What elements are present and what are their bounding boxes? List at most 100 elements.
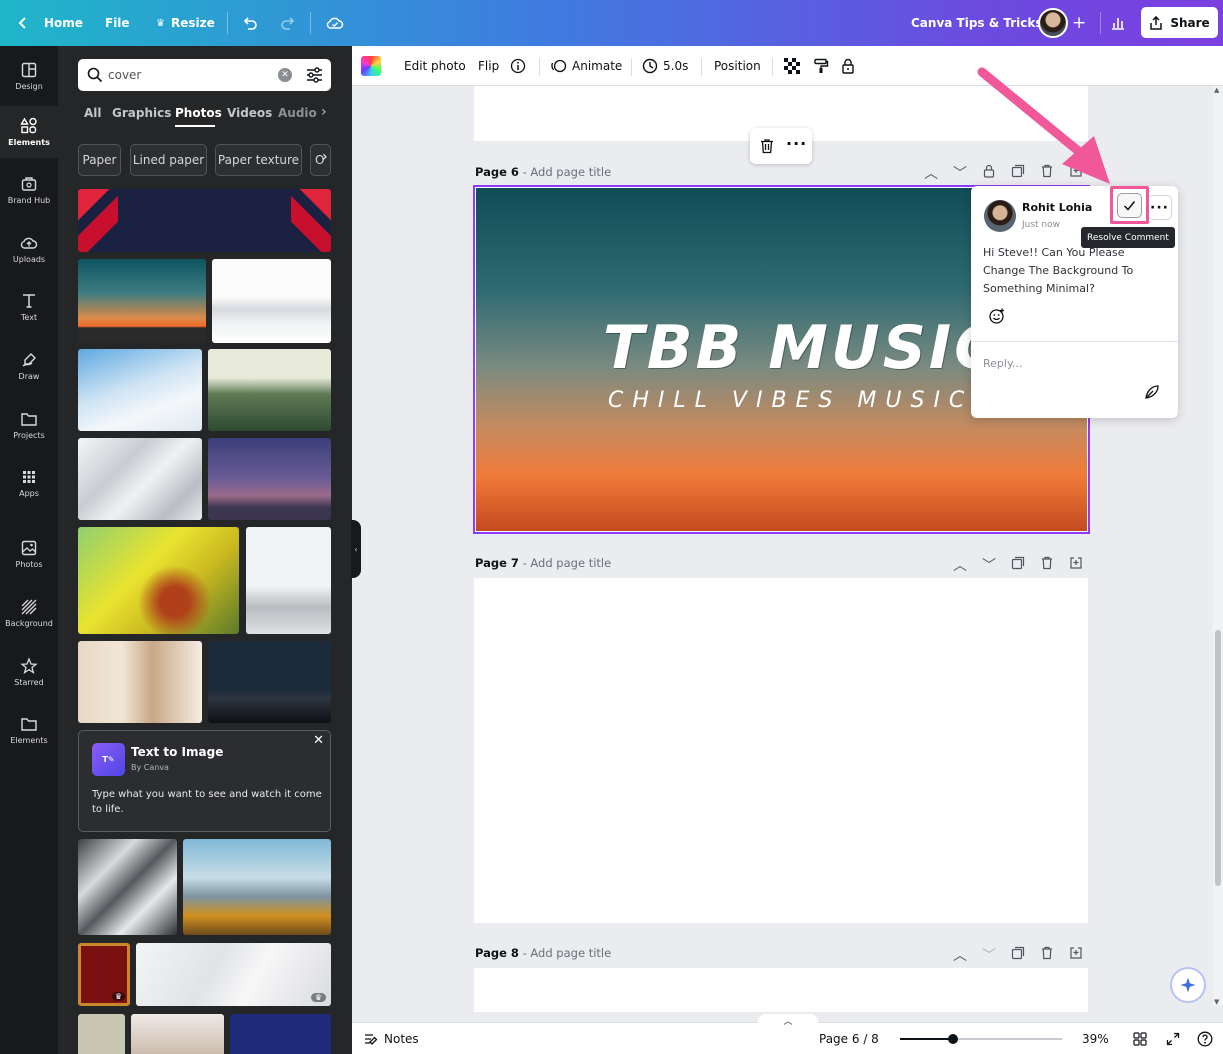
- rail-item-text[interactable]: Text: [0, 281, 58, 333]
- delete-page-icon[interactable]: [1040, 946, 1054, 960]
- scrollbar-thumb[interactable]: [1215, 630, 1221, 886]
- close-icon[interactable]: ✕: [313, 733, 324, 748]
- emoji-reaction-icon[interactable]: [988, 307, 1006, 325]
- photo-thumbnail[interactable]: [230, 1014, 331, 1054]
- chip-paper[interactable]: Paper: [78, 144, 121, 176]
- notes-button[interactable]: Notes: [364, 1023, 419, 1054]
- zoom-slider[interactable]: [900, 1034, 1062, 1044]
- home-button[interactable]: Home: [16, 0, 83, 46]
- tabs-scroll-right-icon[interactable]: ›: [321, 104, 327, 120]
- page-6-header[interactable]: Page 6 - Add page title: [475, 165, 611, 179]
- photo-thumbnail[interactable]: ♛: [78, 943, 130, 1006]
- rail-item-draw[interactable]: Draw: [0, 340, 58, 392]
- add-page-icon[interactable]: [1069, 946, 1083, 960]
- trash-icon[interactable]: [759, 138, 775, 154]
- photo-thumbnail[interactable]: [78, 527, 239, 634]
- more-options-icon[interactable]: ···: [786, 134, 807, 153]
- file-menu[interactable]: File: [105, 0, 130, 46]
- photo-thumbnail[interactable]: [131, 1014, 224, 1054]
- rail-item-starred[interactable]: Starred: [0, 646, 58, 698]
- filter-sliders-icon[interactable]: [306, 67, 323, 83]
- search-box[interactable]: ✕: [78, 59, 331, 91]
- move-page-up-icon[interactable]: ︿: [924, 163, 938, 183]
- show-pages-button[interactable]: ︿: [758, 1014, 818, 1027]
- page-indicator[interactable]: Page 6 / 8: [819, 1032, 879, 1046]
- flip-button[interactable]: Flip: [478, 46, 499, 86]
- photo-thumbnail[interactable]: [183, 839, 331, 935]
- chip-more[interactable]: O: [310, 144, 331, 176]
- edit-photo-button[interactable]: Edit photo: [404, 46, 466, 86]
- chip-paper-texture[interactable]: Paper texture: [215, 144, 302, 176]
- tab-graphics[interactable]: Graphics: [112, 106, 171, 120]
- rail-item-photos[interactable]: Photos: [0, 528, 58, 580]
- tab-audio[interactable]: Audio: [278, 106, 317, 120]
- photo-thumbnail[interactable]: ♛: [136, 943, 331, 1006]
- reply-input[interactable]: Reply...: [983, 357, 1022, 370]
- collaborator-avatar[interactable]: [1038, 0, 1068, 46]
- move-page-down-icon[interactable]: ﹀: [982, 555, 996, 575]
- position-button[interactable]: Position: [714, 46, 761, 86]
- collapse-panel-button[interactable]: ‹: [351, 520, 361, 578]
- chip-lined-paper[interactable]: Lined paper: [130, 144, 207, 176]
- photo-thumbnail[interactable]: [246, 527, 331, 634]
- rail-item-elements[interactable]: Elements: [0, 106, 58, 158]
- delete-page-icon[interactable]: [1040, 556, 1054, 570]
- duplicate-page-icon[interactable]: [1011, 946, 1025, 960]
- help-icon[interactable]: [1197, 1031, 1213, 1047]
- rail-item-design[interactable]: Design: [0, 50, 58, 102]
- resolve-comment-button[interactable]: [1117, 193, 1142, 218]
- photo-thumbnail[interactable]: [212, 259, 331, 343]
- grid-view-icon[interactable]: [1133, 1032, 1147, 1046]
- rail-item-apps[interactable]: Apps: [0, 457, 58, 509]
- lock-button[interactable]: [840, 46, 856, 86]
- rail-item-projects[interactable]: Projects: [0, 399, 58, 451]
- page-7-canvas[interactable]: [474, 578, 1088, 923]
- design-subheadline[interactable]: CHILL VIBES MUSIC: [608, 388, 973, 413]
- vertical-scrollbar[interactable]: ▲ ▼: [1213, 86, 1223, 1006]
- photo-thumbnail[interactable]: [208, 641, 331, 723]
- search-input[interactable]: [108, 65, 268, 85]
- tab-photos[interactable]: Photos: [175, 106, 222, 120]
- duration-button[interactable]: 5.0s: [642, 46, 688, 86]
- more-comment-options-button[interactable]: ···: [1147, 195, 1172, 220]
- rail-item-folder-elements[interactable]: Elements: [0, 704, 58, 756]
- redo-button[interactable]: [280, 0, 296, 46]
- fullscreen-icon[interactable]: [1166, 1032, 1180, 1046]
- copy-style-button[interactable]: [813, 46, 829, 86]
- photo-thumbnail[interactable]: [78, 349, 202, 431]
- design-headline[interactable]: TBB MUSIC: [603, 313, 1001, 383]
- insights-button[interactable]: [1110, 0, 1126, 46]
- page-7-header[interactable]: Page 7 - Add page title: [475, 556, 611, 570]
- add-page-icon[interactable]: [1069, 556, 1083, 570]
- move-page-up-icon[interactable]: ︿: [953, 555, 967, 575]
- undo-button[interactable]: [242, 0, 258, 46]
- chips-scroll-right-icon[interactable]: ›: [322, 149, 328, 165]
- page-8-header[interactable]: Page 8 - Add page title: [475, 946, 611, 960]
- photo-thumbnail[interactable]: [78, 259, 206, 343]
- clear-search-icon[interactable]: ✕: [278, 68, 292, 82]
- tab-all[interactable]: All: [84, 106, 102, 120]
- photo-thumbnail[interactable]: [78, 189, 331, 252]
- share-button[interactable]: Share: [1141, 7, 1218, 38]
- cloud-save-button[interactable]: [326, 0, 344, 46]
- photo-thumbnail[interactable]: [78, 641, 202, 723]
- send-reply-icon[interactable]: [1144, 384, 1160, 400]
- rail-item-background[interactable]: Background: [0, 587, 58, 639]
- transparency-button[interactable]: [784, 46, 800, 86]
- zoom-slider-knob[interactable]: [948, 1034, 959, 1044]
- zoom-level[interactable]: 39%: [1082, 1032, 1109, 1046]
- photo-thumbnail[interactable]: [78, 1014, 125, 1054]
- tab-videos[interactable]: Videos: [227, 106, 272, 120]
- animate-button[interactable]: Animate: [551, 46, 622, 86]
- color-picker-swatch[interactable]: [361, 56, 381, 76]
- add-collaborator-button[interactable]: +: [1072, 0, 1086, 46]
- info-button[interactable]: [510, 46, 526, 86]
- rail-item-uploads[interactable]: Uploads: [0, 223, 58, 275]
- move-page-down-icon[interactable]: ﹀: [982, 945, 996, 965]
- duplicate-page-icon[interactable]: [1011, 556, 1025, 570]
- photo-thumbnail[interactable]: [208, 349, 331, 431]
- project-title[interactable]: Canva Tips & Tricks: [911, 0, 1043, 46]
- photo-thumbnail[interactable]: [208, 438, 331, 520]
- move-page-down-icon[interactable]: ﹀: [953, 163, 967, 183]
- resize-button[interactable]: ♛ Resize: [156, 0, 215, 46]
